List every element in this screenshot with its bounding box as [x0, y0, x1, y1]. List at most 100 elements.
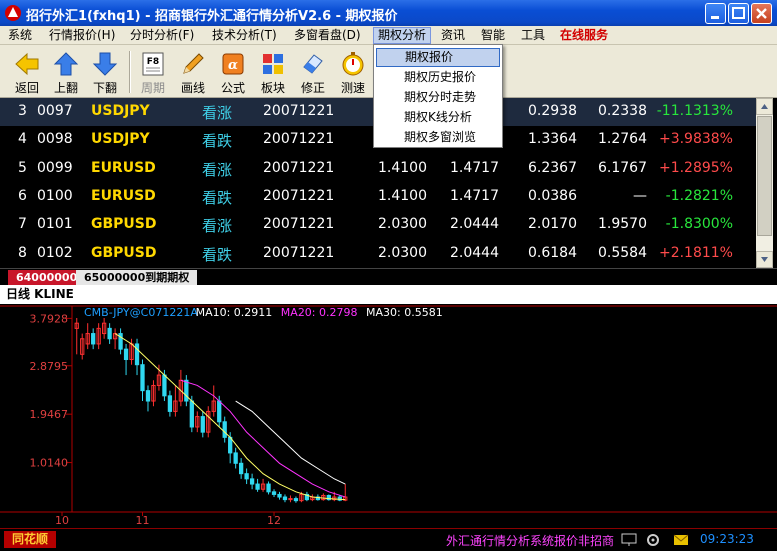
settings-icon[interactable]: [644, 532, 662, 548]
row-spot: 1.4717: [450, 188, 499, 204]
menu-option-intraday[interactable]: 期权分时走势: [376, 88, 500, 107]
page-down-button[interactable]: 下翻: [86, 49, 124, 95]
candle-body: [200, 416, 205, 433]
kline-chart[interactable]: 3.7928 2.8795 1.9467 1.0140 10 11 12 CMB-JPY@C0…: [0, 304, 777, 528]
row-code: 0101: [37, 216, 73, 232]
row-index: 4: [18, 131, 27, 147]
candle-body: [277, 493, 282, 498]
legend-entry: MA10: 0.2911: [196, 306, 273, 319]
candle-body: [217, 400, 222, 423]
formula-icon: α: [222, 53, 244, 75]
tab-65000000-expiry[interactable]: 65000000到期期权: [76, 270, 198, 285]
menu-intraday[interactable]: 分时分析(F): [126, 27, 198, 44]
row-bid: 0.2938: [528, 103, 577, 119]
scroll-thumb[interactable]: [757, 116, 772, 236]
row-strike: 1.4100: [378, 160, 427, 176]
legend-entry: MA20: 0.2798: [281, 306, 358, 319]
table-row[interactable]: 6 0100 EURUSD 看跌 20071221 1.4100 1.4717 …: [0, 183, 756, 211]
row-expiry: 20071221: [263, 245, 335, 261]
row-direction: 看涨: [202, 104, 233, 122]
clock-time: 09:23:23: [700, 532, 754, 546]
table-row[interactable]: 7 0101 GBPUSD 看涨 20071221 2.0300 2.0444 …: [0, 211, 756, 239]
menu-options-analysis[interactable]: 期权分析: [373, 27, 432, 44]
tonghuashun-logo: 同花顺: [4, 531, 57, 548]
row-change: -1.8300%: [665, 216, 733, 232]
menu-smart[interactable]: 智能: [477, 27, 509, 44]
period-button[interactable]: F8 周期: [134, 49, 172, 95]
row-code: 0102: [37, 245, 73, 261]
minimize-button[interactable]: [705, 3, 726, 24]
row-expiry: 20071221: [263, 103, 335, 119]
row-ask: 0.5584: [598, 245, 647, 261]
candle-body: [145, 390, 151, 402]
row-index: 7: [18, 216, 27, 232]
menu-quotes[interactable]: 行情报价(H): [45, 27, 119, 44]
row-change: +1.2895%: [658, 160, 733, 176]
up-arrow-icon: [53, 52, 79, 76]
row-index: 6: [18, 188, 27, 204]
triangle-down-icon: [761, 257, 768, 262]
candle-body: [184, 379, 189, 402]
status-ticker: 外汇通行情分析系统报价非招商: [446, 534, 615, 548]
row-bid: 1.3364: [528, 131, 577, 147]
toolbar-separator: [129, 51, 131, 93]
table-row[interactable]: 8 0102 GBPUSD 看跌 20071221 2.0300 2.0444 …: [0, 240, 756, 268]
correct-button[interactable]: 修正: [294, 49, 332, 95]
row-ask: —: [633, 188, 647, 204]
menu-multiwindow[interactable]: 多窗看盘(D): [290, 27, 365, 44]
page-up-button[interactable]: 上翻: [47, 49, 85, 95]
row-code: 0099: [37, 160, 73, 176]
scroll-up-button[interactable]: [756, 98, 773, 115]
blocks-icon: [263, 54, 283, 74]
row-ask: 1.2764: [598, 131, 647, 147]
table-scrollbar[interactable]: [756, 98, 773, 268]
menu-news[interactable]: 资讯: [437, 27, 469, 44]
row-ask: 6.1767: [598, 160, 647, 176]
candle-body: [293, 498, 299, 502]
row-strike: 2.0300: [378, 245, 427, 261]
row-expiry: 20071221: [263, 188, 335, 204]
speed-test-label: 测速: [340, 81, 365, 95]
row-change: -1.2821%: [665, 188, 733, 204]
down-arrow-icon: [92, 52, 118, 76]
back-label: 返回: [14, 81, 39, 95]
row-expiry: 20071221: [263, 160, 335, 176]
row-direction: 看跌: [202, 189, 233, 207]
pencil-icon: [183, 53, 204, 74]
maximize-button[interactable]: [728, 3, 749, 24]
menu-option-kline[interactable]: 期权K线分析: [376, 108, 500, 127]
menu-technical[interactable]: 技术分析(T): [208, 27, 281, 44]
y-tick-label: 2.8795: [30, 360, 69, 373]
message-icon[interactable]: [672, 532, 690, 548]
row-code: 0098: [37, 131, 73, 147]
sector-button[interactable]: 板块: [254, 49, 292, 95]
row-expiry: 20071221: [263, 131, 335, 147]
stopwatch-icon: [342, 52, 364, 76]
row-pair: USDJPY: [91, 103, 150, 119]
network-icon[interactable]: [620, 532, 638, 548]
row-bid: 2.0170: [528, 216, 577, 232]
scroll-down-button[interactable]: [756, 251, 773, 268]
table-row[interactable]: 5 0099 EURUSD 看涨 20071221 1.4100 1.4717 …: [0, 155, 756, 183]
f8-key-icon: F8: [142, 52, 164, 76]
speed-test-button[interactable]: 测速: [334, 49, 372, 95]
close-button[interactable]: [751, 3, 772, 24]
candle-body: [123, 348, 129, 361]
row-bid: 0.6184: [528, 245, 577, 261]
row-direction: 看涨: [202, 161, 233, 179]
candle-body: [266, 483, 271, 493]
menu-system[interactable]: 系统: [4, 27, 36, 44]
row-expiry: 20071221: [263, 216, 335, 232]
menu-online-service[interactable]: 在线服务: [556, 27, 612, 44]
row-index: 8: [18, 245, 27, 261]
row-pair: EURUSD: [91, 160, 156, 176]
menu-tools[interactable]: 工具: [517, 27, 549, 44]
tab-64000000[interactable]: 64000000: [8, 270, 86, 285]
back-button[interactable]: 返回: [8, 49, 46, 95]
menu-option-multiwindow[interactable]: 期权多窗浏览: [376, 128, 500, 147]
formula-button[interactable]: α 公式: [214, 49, 252, 95]
menu-option-quotes[interactable]: 期权报价: [376, 48, 500, 67]
menu-option-history[interactable]: 期权历史报价: [376, 68, 500, 87]
draw-line-button[interactable]: 画线: [174, 49, 212, 95]
row-ask: 1.9570: [598, 216, 647, 232]
